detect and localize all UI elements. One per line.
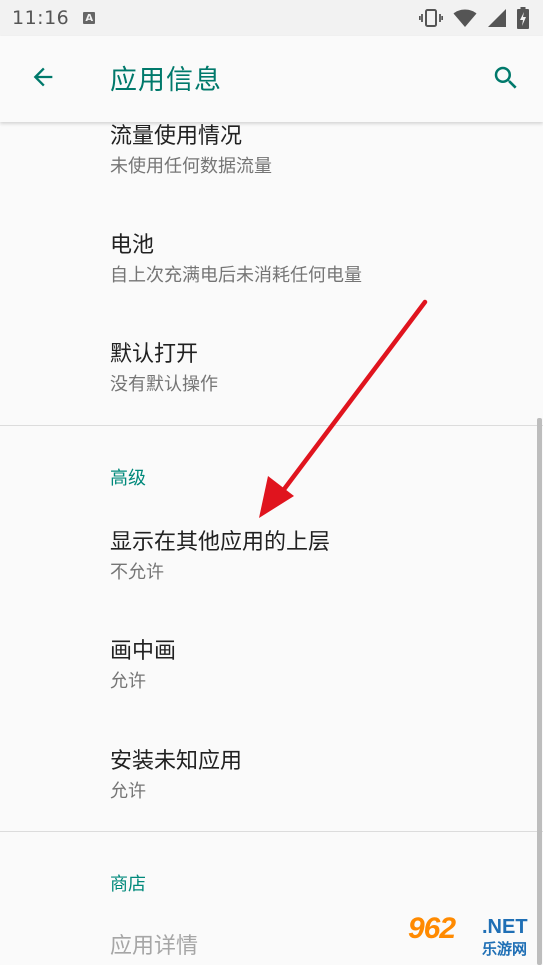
divider [0,425,543,426]
back-button[interactable] [26,62,60,96]
battery-charging-icon [517,7,529,29]
watermark-suffix: .NET [482,916,528,938]
watermark-logo: 962 .NET 乐游网 [402,910,540,962]
item-title: 应用详情 [110,934,199,959]
list-item-display-over-apps[interactable]: 显示在其他应用的上层 不允许 [110,528,330,586]
arrow-back-icon [29,63,57,95]
page-title: 应用信息 [110,65,222,96]
list-item-battery[interactable]: 电池 自上次充满电后未消耗任何电量 [110,231,362,289]
search-button[interactable] [489,63,523,97]
list-item-open-by-default[interactable]: 默认打开 没有默认操作 [110,340,218,398]
item-title: 流量使用情况 [110,124,243,149]
list-item-app-details[interactable]: 应用详情 [110,932,198,962]
vibrate-icon [419,8,443,28]
watermark-number: 962 [408,912,456,945]
item-summary: 没有默认操作 [110,374,218,395]
cell-signal-icon [487,8,507,28]
item-summary: 不允许 [110,562,164,583]
section-header-advanced: 高级 [110,468,146,489]
item-title: 画中画 [110,639,177,664]
item-summary: 未使用任何数据流量 [110,156,272,177]
item-summary: 允许 [110,781,146,802]
wifi-icon [453,8,477,28]
list-item-picture-in-picture[interactable]: 画中画 允许 [110,637,176,695]
status-time: 11:16 [12,7,70,29]
item-title: 显示在其他应用的上层 [110,530,331,555]
item-summary: 允许 [110,671,146,692]
item-summary: 自上次充满电后未消耗任何电量 [110,265,362,286]
divider [0,831,543,832]
item-title: 电池 [110,233,155,258]
search-icon [491,63,521,97]
item-title: 默认打开 [110,342,199,367]
notification-icon: A [83,12,96,24]
item-title: 安装未知应用 [110,749,243,774]
section-header-store: 商店 [110,874,146,895]
watermark-text: 乐游网 [482,940,528,958]
settings-list[interactable]: 流量使用情况 未使用任何数据流量 电池 自上次充满电后未消耗任何电量 默认打开 … [0,122,543,965]
app-bar: 应用信息 [0,36,543,122]
scrollbar[interactable] [537,418,542,965]
status-bar: 11:16 A [0,0,543,36]
status-icons [419,7,529,29]
list-item-install-unknown-apps[interactable]: 安装未知应用 允许 [110,747,242,805]
list-item-data-usage[interactable]: 流量使用情况 未使用任何数据流量 [110,122,272,180]
